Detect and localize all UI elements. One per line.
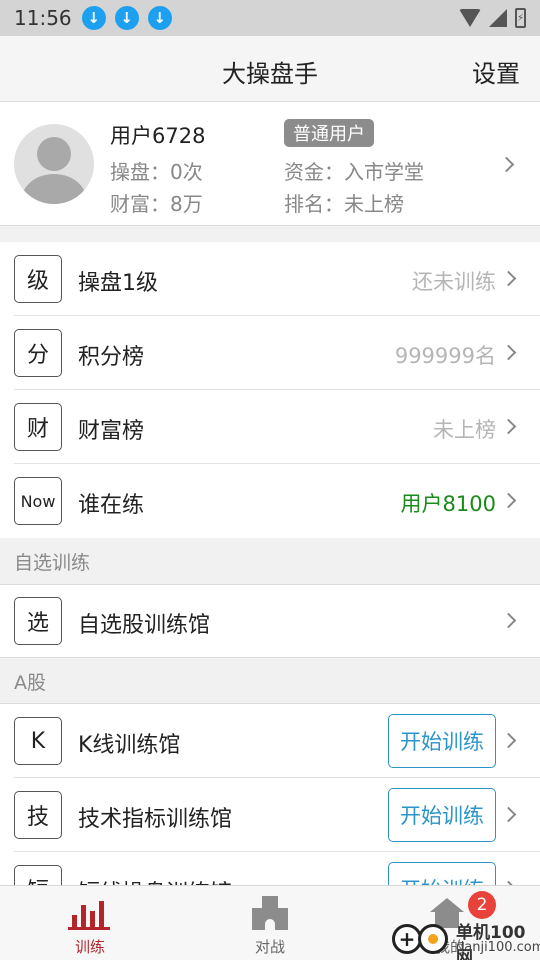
chevron-right-icon xyxy=(500,732,517,749)
a-shares-list: K K线训练馆 开始训练 技 技术指标训练馆 开始训练 短 短线操盘训练馆 开始… xyxy=(0,703,540,885)
list-item-value: 999999名 xyxy=(394,344,496,368)
section-header-a-shares: A股 xyxy=(14,671,46,694)
chevron-right-icon xyxy=(500,270,517,287)
select-icon: 选 xyxy=(14,597,62,645)
list-item-value: 用户8100 xyxy=(400,492,496,516)
profile-card[interactable]: 用户6728 普通用户 操盘：0次 财富：8万 资金：入市学堂 排名：未上榜 xyxy=(0,102,540,226)
indicator-icon: 技 xyxy=(14,791,62,839)
tab-label: 对战 xyxy=(254,938,285,956)
list-item-points-ranking[interactable]: 分 积分榜 999999名 xyxy=(14,316,540,390)
bar-chart-icon xyxy=(68,898,110,930)
kline-icon: K xyxy=(14,717,62,765)
watermark-logo: + xyxy=(392,920,456,956)
user-level-badge: 普通用户 xyxy=(284,119,374,147)
page-title: 大操盘手 xyxy=(222,60,318,88)
list-item-label: 短线操盘训练馆 xyxy=(78,875,232,885)
status-icons: ⚡ xyxy=(459,8,526,28)
chevron-right-icon xyxy=(500,806,517,823)
profile-wealth: 财富：8万 xyxy=(110,192,203,216)
watermark-url: danji100.com xyxy=(456,940,540,955)
tab-training[interactable]: 训练 xyxy=(0,886,180,960)
castle-icon xyxy=(252,896,288,930)
list-item-label: 积分榜 xyxy=(78,345,145,370)
status-time: 11:56 xyxy=(14,6,72,30)
profile-rank: 排名：未上榜 xyxy=(284,192,404,216)
level-icon: 级 xyxy=(14,255,62,303)
download-icon: ↓ xyxy=(81,6,106,30)
list-item-value: 还未训练 xyxy=(412,270,496,294)
settings-button[interactable]: 设置 xyxy=(472,54,520,89)
list-item-label: K线训练馆 xyxy=(78,733,181,758)
custom-list: 选 自选股训练馆 xyxy=(0,584,540,658)
list-item-value: 未上榜 xyxy=(433,418,496,442)
stats-list: 级 操盘1级 还未训练 分 积分榜 999999名 财 财富榜 未上榜 Now … xyxy=(0,242,540,538)
download-icon: ↓ xyxy=(114,6,139,30)
list-item-label: 谁在练 xyxy=(78,493,145,518)
list-item-kline-training[interactable]: K K线训练馆 开始训练 xyxy=(14,704,540,778)
chevron-right-icon xyxy=(500,492,517,509)
list-item-short-term-training[interactable]: 短 短线操盘训练馆 开始训练 xyxy=(14,852,540,885)
signal-icon xyxy=(489,9,507,27)
list-item-wealth-ranking[interactable]: 财 财富榜 未上榜 xyxy=(14,390,540,464)
profile-name: 用户6728 xyxy=(110,124,206,148)
list-item-label: 操盘1级 xyxy=(78,271,158,296)
download-icon: ↓ xyxy=(147,6,172,30)
now-icon: Now xyxy=(14,477,62,525)
wealth-icon: 财 xyxy=(14,403,62,451)
list-item-custom-stock-training[interactable]: 选 自选股训练馆 xyxy=(14,585,540,657)
list-item-label: 技术指标训练馆 xyxy=(78,807,233,832)
tab-label: 训练 xyxy=(74,938,105,956)
tab-battle[interactable]: 对战 xyxy=(180,886,360,960)
profile-funds: 资金：入市学堂 xyxy=(284,160,424,184)
avatar xyxy=(14,124,94,204)
status-bar: 11:56 ↓ ↓ ↓ ⚡ xyxy=(0,0,540,36)
section-header-custom: 自选训练 xyxy=(14,551,91,574)
notification-badge: 2 xyxy=(468,891,496,919)
chevron-right-icon xyxy=(498,156,515,173)
list-item-label: 财富榜 xyxy=(78,419,145,444)
points-icon: 分 xyxy=(14,329,62,377)
profile-trades: 操盘：0次 xyxy=(110,160,203,184)
title-bar: 大操盘手 设置 xyxy=(0,36,540,102)
start-training-button[interactable]: 开始训练 xyxy=(388,714,496,768)
list-item-label: 自选股训练馆 xyxy=(78,613,211,638)
start-training-button[interactable]: 开始训练 xyxy=(388,862,496,885)
battery-icon: ⚡ xyxy=(515,8,526,28)
chevron-right-icon xyxy=(500,612,517,629)
start-training-button[interactable]: 开始训练 xyxy=(388,788,496,842)
short-term-icon: 短 xyxy=(14,865,62,885)
list-item-level[interactable]: 级 操盘1级 还未训练 xyxy=(14,242,540,316)
list-item-who-is-training[interactable]: Now 谁在练 用户8100 xyxy=(14,464,540,538)
chevron-right-icon xyxy=(500,344,517,361)
wifi-icon xyxy=(459,9,481,27)
list-item-indicator-training[interactable]: 技 技术指标训练馆 开始训练 xyxy=(14,778,540,852)
chevron-right-icon xyxy=(500,418,517,435)
